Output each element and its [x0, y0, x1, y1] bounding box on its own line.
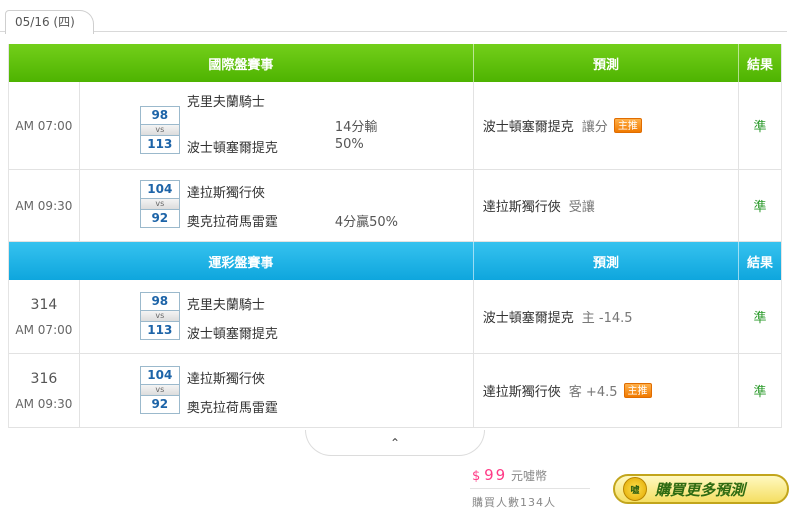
away-team[interactable]: 達拉斯獨行俠 — [187, 368, 265, 387]
game-time-cell: AM 09:30 — [9, 170, 80, 241]
away-team[interactable]: 克里夫蘭騎士 — [187, 91, 265, 110]
away-score: 98 — [139, 106, 180, 125]
game-time-cell: 316 AM 09:30 — [9, 354, 80, 427]
table-row: AM 09:30 104 vs 92 達拉斯獨行俠 奧克拉荷馬雷霆 4分贏50%… — [9, 170, 781, 242]
away-team[interactable]: 克里夫蘭騎士 — [187, 294, 265, 313]
header-result: 結果 — [747, 255, 774, 271]
sports-lottery-header: 運彩盤賽事 預測 結果 — [9, 242, 781, 280]
game-time: AM 09:30 — [15, 396, 73, 411]
result-cell: 準 — [753, 385, 767, 400]
game-number: 316 — [30, 370, 58, 387]
home-score: 113 — [139, 135, 180, 154]
score-box: 98 vs 113 — [139, 106, 180, 154]
buy-button-label: 購買更多預測 — [655, 480, 746, 499]
buy-more-predictions-button[interactable]: 噓 購買更多預測 — [613, 474, 789, 504]
handicap-line: 14分輸 — [334, 120, 378, 135]
home-score: 113 — [139, 321, 180, 340]
vs-label: vs — [139, 311, 180, 321]
score-box: 98 vs 113 — [139, 292, 180, 340]
international-header: 國際盤賽事 預測 結果 — [9, 44, 781, 82]
collapse-toggle[interactable]: ⌃ — [305, 430, 485, 456]
price-label: $ 99 元噓幣 — [472, 466, 547, 484]
game-time-cell: 314 AM 07:00 — [9, 280, 80, 353]
date-tab-bar: 05/16 (四) — [0, 0, 807, 34]
tab-divider — [0, 31, 787, 32]
game-time: AM 07:00 — [15, 118, 73, 133]
matchup-cell: 克里夫蘭騎士 98 vs 113 波士頓塞爾提克 14分輸 50% — [80, 82, 474, 169]
vs-label: vs — [139, 125, 180, 135]
prediction-cell: 達拉斯獨行俠 客 +4.5 主推 — [474, 354, 740, 427]
prediction-cell: 波士頓塞爾提克 讓分 主推 — [474, 82, 740, 169]
home-team[interactable]: 奧克拉荷馬雷霆 — [187, 397, 278, 416]
away-score: 104 — [139, 180, 180, 199]
price-unit: 元噓幣 — [511, 469, 548, 483]
price-symbol: $ — [472, 469, 481, 484]
coin-icon: 噓 — [623, 477, 647, 501]
price-divider — [470, 488, 590, 489]
vs-label: vs — [139, 199, 180, 209]
score-box: 104 vs 92 — [139, 180, 180, 228]
handicap-percent: 50% — [334, 137, 364, 152]
home-team[interactable]: 奧克拉荷馬雷霆 — [187, 211, 278, 230]
matchup-cell: 98 vs 113 克里夫蘭騎士 波士頓塞爾提克 — [80, 280, 474, 353]
matchup-cell: 104 vs 92 達拉斯獨行俠 奧克拉荷馬雷霆 — [80, 354, 474, 427]
header-prediction: 預測 — [474, 44, 740, 82]
pick-team: 達拉斯獨行俠 — [482, 385, 561, 400]
pick-note: 讓分 — [581, 120, 608, 135]
header-prediction: 預測 — [474, 242, 740, 280]
pick-team: 波士頓塞爾提克 — [482, 311, 574, 326]
result-cell: 準 — [753, 120, 767, 135]
game-time-cell: AM 07:00 — [9, 82, 80, 169]
pick-note: 受讓 — [568, 200, 595, 215]
vs-label: vs — [139, 385, 180, 395]
pick-note: 客 +4.5 — [568, 385, 618, 400]
home-score: 92 — [139, 395, 180, 414]
chevron-up-icon: ⌃ — [389, 435, 401, 450]
game-number: 314 — [30, 296, 58, 313]
prediction-cell: 達拉斯獨行俠 受讓 — [474, 170, 740, 241]
price-amount: 99 — [484, 466, 508, 484]
away-team[interactable]: 達拉斯獨行俠 — [187, 182, 265, 201]
score-box: 104 vs 92 — [139, 366, 180, 414]
table-row: AM 07:00 克里夫蘭騎士 98 vs 113 波士頓塞爾提克 14分輸 5… — [9, 82, 781, 170]
result-cell: 準 — [753, 200, 767, 215]
pick-team: 波士頓塞爾提克 — [482, 120, 574, 135]
handicap-line: 4分贏50% — [334, 215, 398, 230]
featured-badge: 主推 — [613, 118, 642, 133]
header-game: 國際盤賽事 — [9, 44, 474, 82]
result-cell: 準 — [753, 311, 767, 326]
matchup-cell: 104 vs 92 達拉斯獨行俠 奧克拉荷馬雷霆 4分贏50% — [80, 170, 474, 241]
home-team[interactable]: 波士頓塞爾提克 — [187, 137, 278, 156]
featured-badge: 主推 — [623, 383, 652, 398]
pick-note: 主 -14.5 — [581, 311, 633, 326]
pick-team: 達拉斯獨行俠 — [482, 200, 561, 215]
buyer-count: 購買人數134人 — [472, 496, 556, 509]
away-score: 104 — [139, 366, 180, 385]
table-row: 314 AM 07:00 98 vs 113 克里夫蘭騎士 波士頓塞爾提克 波士… — [9, 280, 781, 354]
header-game: 運彩盤賽事 — [9, 242, 474, 280]
game-time: AM 07:00 — [15, 322, 73, 337]
game-time: AM 09:30 — [15, 198, 73, 213]
date-tab[interactable]: 05/16 (四) — [5, 10, 94, 34]
home-score: 92 — [139, 209, 180, 228]
table-row: 316 AM 09:30 104 vs 92 達拉斯獨行俠 奧克拉荷馬雷霆 達拉… — [9, 354, 781, 428]
away-score: 98 — [139, 292, 180, 311]
home-team[interactable]: 波士頓塞爾提克 — [187, 323, 278, 342]
header-result: 結果 — [747, 57, 774, 73]
prediction-board: 國際盤賽事 預測 結果 AM 07:00 克里夫蘭騎士 98 vs 113 波士… — [8, 44, 782, 428]
prediction-cell: 波士頓塞爾提克 主 -14.5 — [474, 280, 740, 353]
